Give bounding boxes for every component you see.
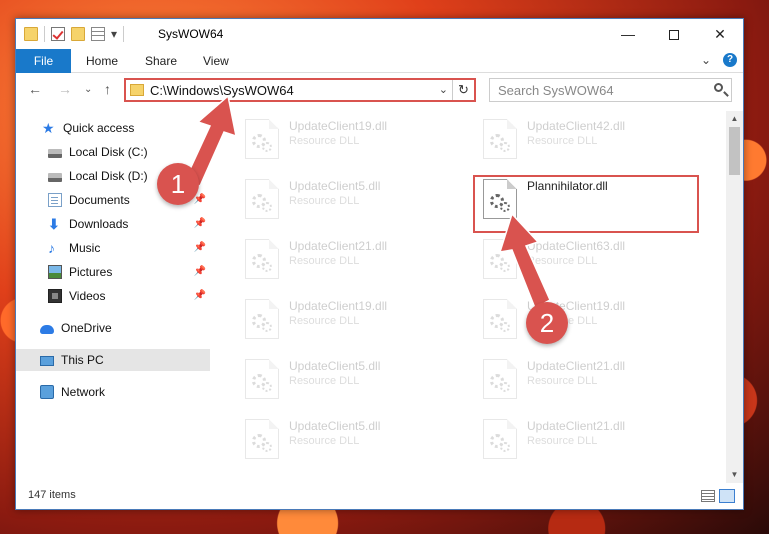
arrow-2 [498, 212, 551, 310]
step-1-badge: 1 [157, 163, 199, 205]
annotation-arrows [183, 94, 551, 310]
step-2-badge: 2 [526, 302, 568, 344]
